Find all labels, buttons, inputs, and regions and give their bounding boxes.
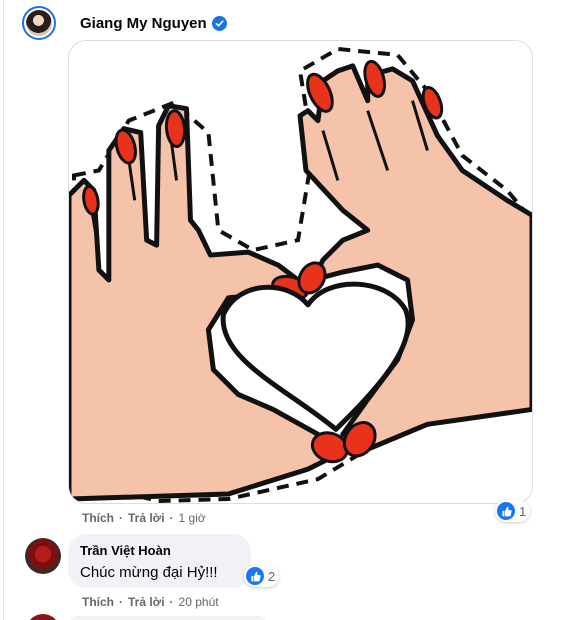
post-actions: Thích · Trả lời · 1 giờ — [82, 511, 206, 525]
timestamp[interactable]: 20 phút — [179, 595, 219, 609]
separator-dot: · — [119, 595, 123, 609]
reply-button[interactable]: Trả lời — [128, 511, 165, 525]
reaction-count: 2 — [268, 568, 276, 584]
like-icon — [246, 567, 264, 585]
post-author-row: Giang My Nguyen — [22, 6, 227, 40]
author-avatar[interactable] — [22, 6, 56, 40]
comment-text: Chúc mừng đại Hỷ!!! — [80, 564, 218, 581]
like-button[interactable]: Thích — [82, 595, 114, 609]
next-comment-avatar[interactable] — [26, 614, 60, 620]
post-image[interactable] — [68, 40, 533, 504]
post-reaction-count[interactable]: 1 — [495, 500, 531, 522]
thread-guide-line — [3, 0, 4, 620]
reply-reaction-count[interactable]: 2 — [244, 565, 280, 587]
timestamp[interactable]: 1 giờ — [179, 511, 206, 525]
hand-heart-illustration — [69, 46, 532, 503]
reply-author-avatar[interactable] — [25, 538, 61, 574]
verified-badge-icon — [211, 15, 227, 31]
separator-dot: · — [169, 595, 174, 609]
reaction-count: 1 — [519, 503, 527, 519]
separator-dot: · — [169, 511, 174, 525]
comment-bubble: Trần Việt Hoàn Chúc mừng đại Hỷ!!! — [68, 534, 251, 588]
next-comment-bubble — [68, 616, 268, 620]
separator-dot: · — [119, 511, 123, 525]
author-name[interactable]: Giang My Nguyen — [80, 15, 207, 32]
reply-actions: Thích · Trả lời · 20 phút — [82, 595, 219, 609]
like-icon — [497, 502, 515, 520]
like-button[interactable]: Thích — [82, 511, 114, 525]
reply-button[interactable]: Trả lời — [128, 595, 165, 609]
reply-author-name[interactable]: Trần Việt Hoàn — [80, 542, 239, 559]
